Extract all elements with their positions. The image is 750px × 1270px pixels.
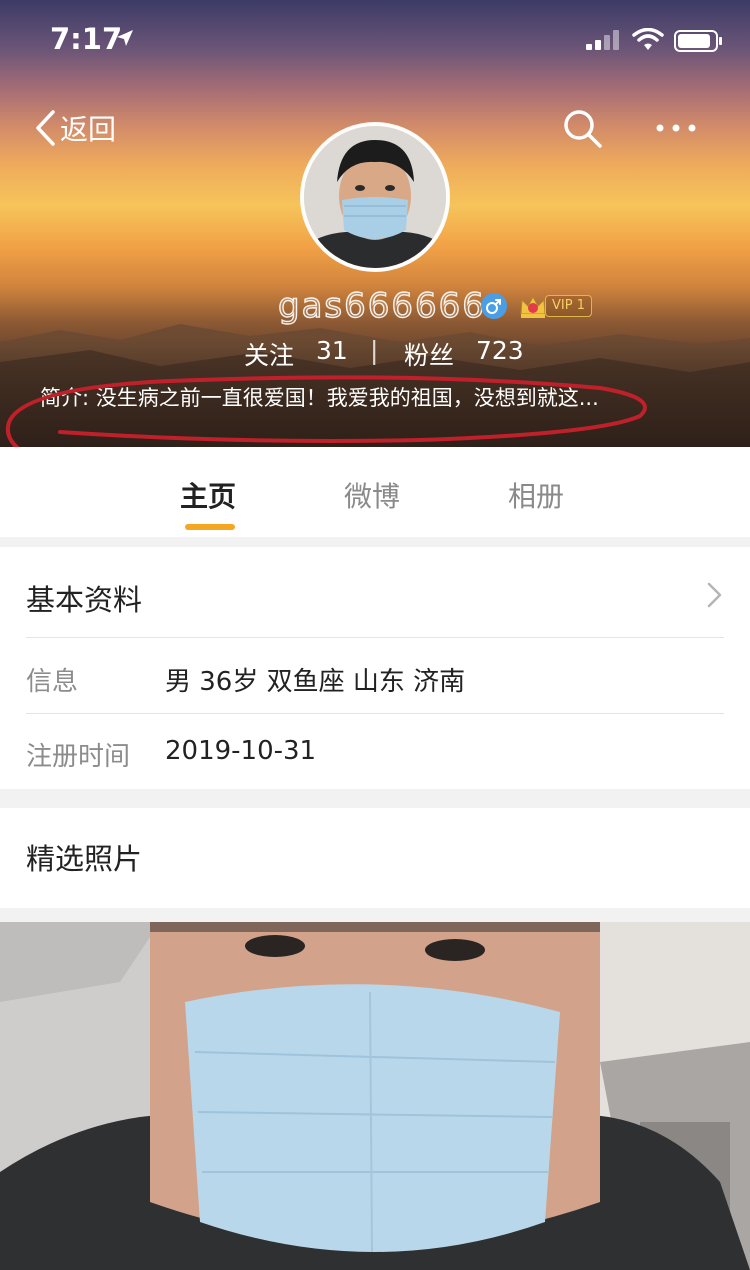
back-chevron-icon [36,110,55,146]
divider [26,713,724,714]
register-date-label: 注册时间 [26,742,131,772]
back-label: 返回 [60,113,117,146]
search-icon[interactable] [560,106,604,150]
divider [26,637,724,638]
follow-counts: 关注 31 | 粉丝 723 [0,336,750,372]
status-time: 7:17 [50,22,123,56]
featured-photo[interactable] [0,922,750,1270]
tab-weibo[interactable]: 微博 [344,475,400,515]
more-icon[interactable] [652,110,700,146]
basic-info-card: 基本资料 信息 男 36岁 双鱼座 山东 济南 注册时间 2019-10-31 [0,547,750,789]
signal-icon [586,30,619,50]
register-date-value: 2019-10-31 [165,736,317,766]
vip-level-badge[interactable]: VIP 1 [545,295,592,317]
featured-photos-title: 精选照片 [26,842,143,876]
male-gender-icon [481,293,507,319]
profile-bio[interactable]: 简介: 没生病之前一直很爱国！我爱我的祖国，没想到就这... [40,382,710,416]
featured-photos-card: 精选照片 [0,808,750,908]
basic-info-title[interactable]: 基本资料 [26,577,142,619]
wifi-icon [632,28,664,50]
info-row-value: 男 36岁 双鱼座 山东 济南 [165,667,466,697]
avatar-portrait [304,126,446,268]
profile-tabs: 主页 微博 相册 [0,447,750,537]
followers-label[interactable]: 粉丝 [404,336,454,372]
count-separator: | [370,336,379,365]
battery-icon [674,30,722,52]
back-button[interactable]: 返回 [34,106,116,150]
following-count[interactable]: 31 [316,336,348,365]
location-arrow-icon [117,30,133,46]
username: gas666666 [277,285,486,326]
chevron-right-icon[interactable] [706,581,724,609]
info-row-label: 信息 [26,667,79,697]
featured-photo-image [0,922,750,1270]
avatar[interactable] [300,122,450,272]
following-label[interactable]: 关注 [244,336,294,372]
tab-home[interactable]: 主页 [180,475,236,515]
vip-crown-icon[interactable] [518,292,548,320]
active-tab-indicator [185,524,235,530]
username-row: gas666666 VIP 1 [0,284,750,328]
followers-count[interactable]: 723 [476,336,524,365]
status-bar: 7:17 [0,0,750,80]
tab-album[interactable]: 相册 [508,475,564,515]
